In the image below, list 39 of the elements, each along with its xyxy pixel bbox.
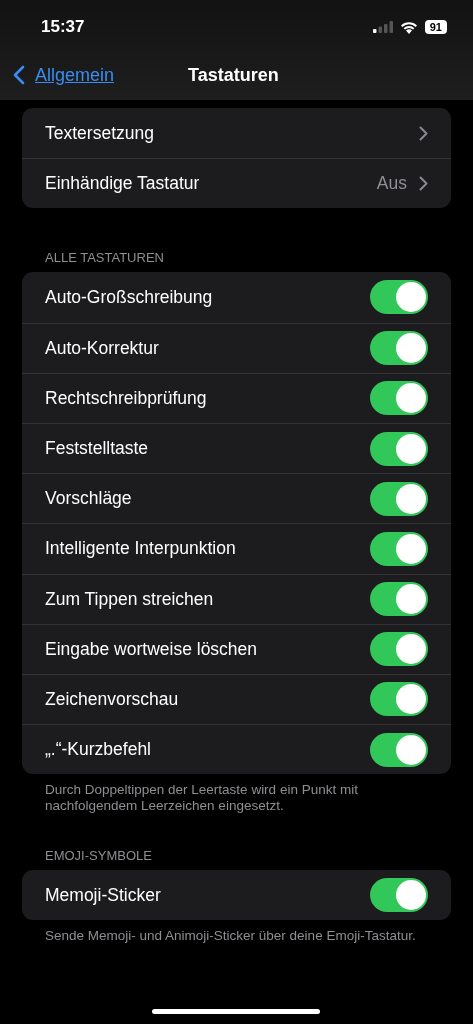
- setting-label: Eingabe wortweise löschen: [45, 638, 259, 660]
- section-footer: Durch Doppeltippen der Leertaste wird ein Punkt mit nachfolgendem Leerzeichen eingesetzt.: [22, 774, 451, 815]
- section-footer: Sende Memoji- und Animoji-Sticker über deine Emoji-Tastatur.: [22, 920, 451, 945]
- toggle-switch[interactable]: [370, 878, 428, 913]
- setting-label: Auto-Großschreibung: [45, 286, 214, 308]
- back-link-label[interactable]: Allgemein: [35, 64, 115, 86]
- setting-label: Zum Tippen streichen: [45, 588, 215, 610]
- page-title: Tastaturen: [188, 64, 279, 86]
- setting-label: „.“-Kurzbefehl: [45, 739, 152, 761]
- section-header: EMOJI-SYMBOLE: [44, 847, 153, 866]
- signal-icon: [372, 21, 393, 33]
- setting-label: Textersetzung: [45, 122, 155, 144]
- chevron-icon[interactable]: [419, 125, 428, 141]
- toggle-switch[interactable]: [370, 431, 428, 466]
- setting-label: Zeichenvorschau: [45, 688, 180, 710]
- toggle-switch[interactable]: [370, 682, 428, 717]
- battery-level: 91: [424, 20, 447, 34]
- toggle-switch[interactable]: [370, 280, 428, 315]
- chevron-icon[interactable]: [419, 176, 428, 192]
- toggle-switch[interactable]: [370, 732, 428, 767]
- toggle-switch[interactable]: [370, 531, 428, 566]
- back-link[interactable]: Allgemein: [13, 64, 115, 86]
- setting-label: Memoji-Sticker: [45, 884, 162, 906]
- toggle-switch[interactable]: [370, 481, 428, 516]
- toggle-switch[interactable]: [370, 381, 428, 416]
- setting-label: Intelligente Interpunktion: [45, 538, 237, 560]
- setting-label: Einhändige Tastatur: [45, 173, 201, 195]
- status-time: 15:37: [41, 17, 85, 37]
- toggle-switch[interactable]: [370, 582, 428, 617]
- section-header: ALLE TASTATUREN: [44, 249, 165, 268]
- wifi-icon: [399, 20, 418, 34]
- toggle-switch[interactable]: [370, 331, 428, 366]
- setting-label: Vorschläge: [45, 488, 133, 510]
- back-chevron-icon: [13, 65, 25, 85]
- setting-label: Feststelltaste: [45, 438, 150, 460]
- toggle-switch[interactable]: [370, 632, 428, 667]
- setting-label: Auto-Korrektur: [45, 337, 160, 359]
- setting-label: Rechtschreibprüfung: [45, 387, 208, 409]
- setting-value: Aus: [376, 173, 407, 195]
